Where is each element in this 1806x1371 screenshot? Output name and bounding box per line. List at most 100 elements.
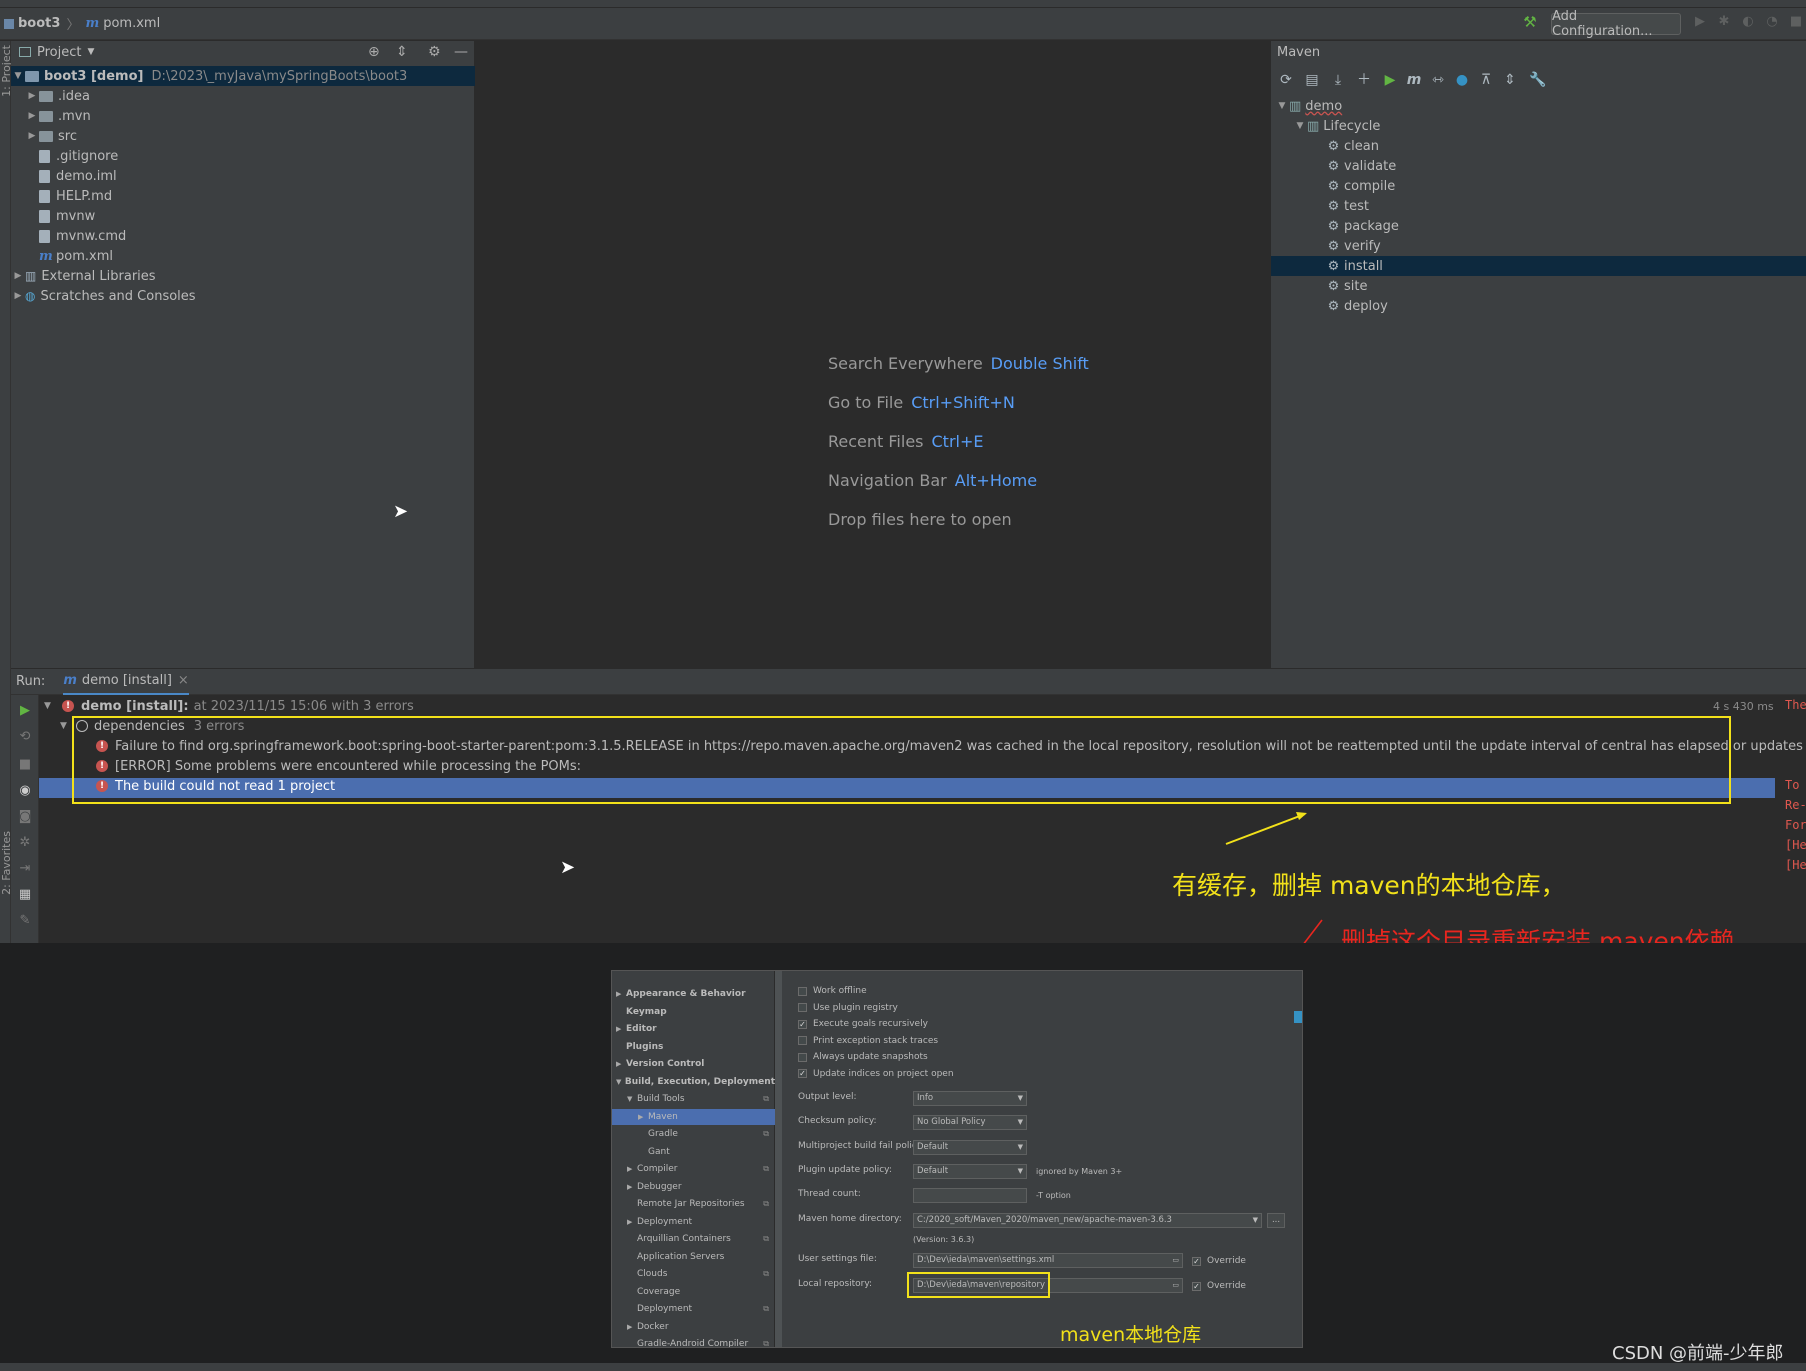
tree-arrow-icon: ▶ — [627, 1217, 633, 1226]
settings-tree-item[interactable]: ▼ Build, Execution, Deployment — [612, 1074, 775, 1090]
error-message: Failure to find org.springframework.boot… — [115, 738, 1806, 754]
settings-tree-label: Gant — [648, 1146, 670, 1157]
settings-tree-label: Keymap — [626, 1006, 667, 1017]
settings-checkbox[interactable]: Use plugin registry — [798, 1001, 898, 1015]
override-label: Override — [1207, 1256, 1246, 1266]
multiproject-value: Default — [917, 1142, 949, 1152]
tree-arrow-icon: ▼ — [627, 1095, 633, 1103]
settings-tree-label: Remote Jar Repositories — [637, 1199, 745, 1209]
highlight-box-local-repo — [907, 1272, 1050, 1298]
error-row[interactable]: ! [ERROR] Some problems were encountered … — [96, 756, 581, 776]
checkbox-unchecked-icon[interactable] — [798, 1052, 807, 1062]
settings-tree-item[interactable]: Arquillian Containers ⧉ — [612, 1231, 775, 1247]
settings-tree-item[interactable]: Remote Jar Repositories ⧉ — [612, 1196, 775, 1212]
tree-arrow-icon: ▶ — [638, 1112, 644, 1121]
checkbox-unchecked-icon[interactable] — [798, 1003, 807, 1012]
settings-scrollbar[interactable] — [775, 971, 782, 1347]
checkbox-checked-icon[interactable]: ✓ — [798, 1019, 807, 1029]
settings-tree-label: Plugins — [626, 1041, 664, 1052]
thread-count-label: Thread count: — [798, 1189, 861, 1199]
plugin-update-select[interactable]: Default ▼ — [913, 1164, 1027, 1179]
settings-tree-item[interactable]: ▶ Appearance & Behavior — [612, 986, 775, 1002]
plugin-update-value: Default — [917, 1166, 949, 1176]
checkbox-checked-icon[interactable]: ✓ — [1192, 1281, 1201, 1291]
settings-tree-item[interactable]: Gant — [612, 1144, 775, 1160]
settings-tree-item[interactable]: Coverage — [612, 1284, 775, 1300]
settings-checkbox[interactable]: ✓ Execute goals recursively — [798, 1017, 928, 1031]
settings-checkbox[interactable]: Work offline — [798, 984, 867, 998]
error-row[interactable]: ! The build could not read 1 project — [96, 776, 335, 796]
settings-checkbox[interactable]: ✓ Update indices on project open — [798, 1067, 954, 1081]
settings-tree-item[interactable]: Gradle-Android Compiler ⧉ — [612, 1336, 775, 1348]
settings-checkbox[interactable]: Print exception stack traces — [798, 1034, 938, 1048]
settings-tree-item[interactable]: ▶ Maven — [612, 1108, 775, 1125]
maven-version: (Version: 3.6.3) — [913, 1235, 975, 1244]
settings-tree-item[interactable]: Deployment ⧉ — [612, 1301, 775, 1317]
settings-tree-label: Editor — [626, 1024, 657, 1034]
maven-home-select[interactable]: C:/2020_soft/Maven_2020/maven_new/apache… — [913, 1213, 1262, 1228]
checkbox-unchecked-icon[interactable] — [798, 1036, 807, 1045]
checksum-select[interactable]: No Global Policy ▼ — [913, 1115, 1027, 1130]
dropdown-arrow-icon: ▼ — [1017, 1118, 1023, 1126]
checkbox-checked-icon[interactable]: ✓ — [798, 1069, 807, 1078]
plugin-update-label: Plugin update policy: — [798, 1165, 892, 1175]
mouse-cursor-icon: ➤ — [560, 857, 576, 878]
error-message: The build could not read 1 project — [115, 778, 336, 794]
dropdown-arrow-icon: ▼ — [1017, 1167, 1023, 1175]
yellow-arrowhead-icon — [1296, 812, 1307, 820]
user-settings-input[interactable]: D:\Dev\ieda\maven\settings.xml ▭ — [913, 1253, 1183, 1268]
local-repo-label: Local repository: — [798, 1279, 873, 1289]
settings-tree-item[interactable]: Application Servers — [612, 1249, 775, 1265]
settings-tree-label: Docker — [637, 1321, 669, 1332]
dropdown-arrow-icon: ▼ — [1017, 1094, 1023, 1102]
user-settings-label: User settings file: — [798, 1254, 877, 1264]
user-settings-override[interactable]: ✓ Override — [1192, 1254, 1246, 1268]
folder-icon[interactable]: ▭ — [1172, 1254, 1179, 1267]
settings-scroll-thumb[interactable] — [1294, 1011, 1302, 1023]
error-row[interactable]: ! Failure to find org.springframework.boo… — [96, 736, 1806, 756]
settings-tree-item[interactable]: ▶ Version Control — [612, 1056, 775, 1072]
checksum-value: No Global Policy — [917, 1117, 986, 1127]
checkbox-unchecked-icon[interactable] — [798, 986, 807, 996]
settings-checkbox-label: Always update snapshots — [813, 1052, 928, 1062]
settings-checkbox[interactable]: Always update snapshots — [798, 1050, 928, 1064]
cache-annotation: 有缓存，删掉 maven的本地仓库， — [1172, 871, 1566, 900]
settings-tree-item[interactable]: ▶ Debugger — [612, 1179, 775, 1195]
settings-tree-item[interactable]: Gradle ⧉ — [612, 1126, 775, 1142]
settings-tree-label: Appearance & Behavior — [626, 989, 746, 999]
folder-icon[interactable]: ▭ — [1172, 1279, 1179, 1292]
project-level-icon: ⧉ — [763, 1339, 769, 1348]
tree-arrow-icon: ▶ — [627, 1322, 633, 1331]
settings-checkbox-label: Use plugin registry — [813, 1002, 898, 1013]
settings-checkbox-label: Execute goals recursively — [813, 1019, 928, 1029]
settings-tree-item[interactable]: Clouds ⧉ — [612, 1266, 775, 1282]
local-repo-override[interactable]: ✓ Override — [1192, 1279, 1246, 1293]
error-icon: ! — [96, 740, 108, 752]
multiproject-label: Multiproject build fail policy: — [798, 1141, 925, 1151]
settings-checkbox-label: Work offline — [813, 986, 867, 996]
dropdown-arrow-icon: ▼ — [1017, 1143, 1023, 1151]
settings-tree-item[interactable]: ▶ Compiler ⧉ — [612, 1161, 775, 1177]
project-level-icon: ⧉ — [763, 1129, 769, 1138]
error-message: [ERROR] Some problems were encountered w… — [115, 758, 582, 774]
multiproject-select[interactable]: Default ▼ — [913, 1140, 1027, 1155]
settings-tree-label: Compiler — [637, 1164, 678, 1174]
checkbox-checked-icon[interactable]: ✓ — [1192, 1256, 1201, 1266]
settings-tree-item[interactable]: Plugins — [612, 1039, 775, 1055]
settings-tree-item[interactable]: ▶ Docker — [612, 1319, 775, 1335]
project-level-icon: ⧉ — [763, 1164, 769, 1173]
settings-tree-item[interactable]: ▶ Editor — [612, 1021, 775, 1037]
tree-arrow-icon: ▶ — [616, 1025, 622, 1033]
local-repo-annotation: maven本地仓库 — [1060, 1324, 1202, 1346]
thread-count-input[interactable] — [913, 1188, 1027, 1203]
maven-home-browse-button[interactable]: ... — [1267, 1213, 1285, 1228]
maven-home-value: C:/2020_soft/Maven_2020/maven_new/apache… — [917, 1215, 1172, 1225]
settings-tree-item[interactable]: Keymap — [612, 1004, 775, 1020]
output-level-select[interactable]: Info ▼ — [913, 1091, 1027, 1106]
status-bar — [0, 1363, 1806, 1371]
settings-tree-item[interactable]: ▼ Build Tools ⧉ — [612, 1091, 775, 1107]
project-level-icon: ⧉ — [763, 1269, 769, 1278]
settings-tree-label: Deployment — [637, 1216, 693, 1227]
settings-tree-item[interactable]: ▶ Deployment — [612, 1214, 775, 1230]
project-level-icon: ⧉ — [763, 1304, 769, 1313]
